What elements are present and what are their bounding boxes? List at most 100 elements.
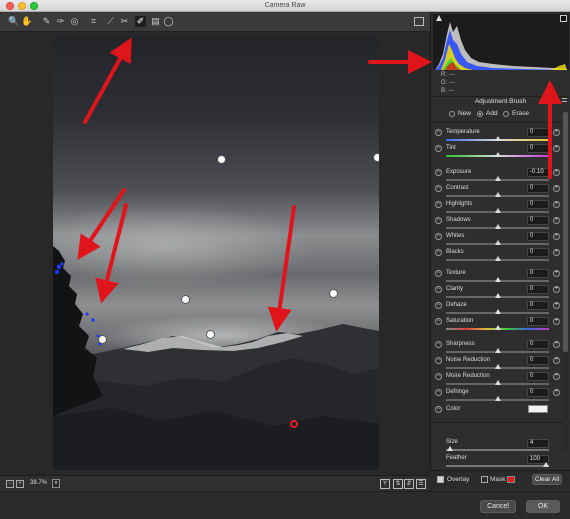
- slider-thumb[interactable]: [495, 176, 501, 181]
- radial-filter-icon[interactable]: ◯: [163, 16, 174, 27]
- mode-erase-radio[interactable]: [503, 111, 509, 117]
- slider-thumb[interactable]: [495, 293, 501, 298]
- slider-thumb[interactable]: [495, 325, 501, 330]
- clear-all-button[interactable]: Clear All: [532, 474, 562, 485]
- decrease-icon[interactable]: −: [435, 389, 442, 396]
- slider-moire-reduction[interactable]: − Moire Reduction 0 +: [431, 372, 565, 386]
- decrease-icon[interactable]: −: [435, 201, 442, 208]
- mode-add-radio[interactable]: [477, 111, 483, 117]
- slider-thumb[interactable]: [495, 380, 501, 385]
- adjustment-pin[interactable]: [98, 335, 107, 344]
- brush-size[interactable]: Size 4: [431, 439, 565, 453]
- slider-defringe[interactable]: − Defringe 0 +: [431, 388, 565, 402]
- increase-icon[interactable]: +: [553, 233, 560, 240]
- white-balance-icon[interactable]: ✎: [41, 16, 52, 27]
- ok-button[interactable]: OK: [526, 500, 560, 513]
- slider-thumb[interactable]: [495, 224, 501, 229]
- decrease-icon[interactable]: −: [435, 341, 442, 348]
- decrease-icon[interactable]: −: [435, 373, 442, 380]
- adjustment-pin[interactable]: [217, 155, 226, 164]
- straighten-icon[interactable]: ⟋: [105, 16, 116, 27]
- decrease-icon[interactable]: −: [435, 318, 442, 325]
- panel-menu-icon[interactable]: [562, 98, 567, 102]
- zoom-out-button[interactable]: −: [6, 480, 14, 488]
- slider-thumb[interactable]: [495, 152, 501, 157]
- increase-icon[interactable]: +: [553, 145, 560, 152]
- decrease-icon[interactable]: −: [435, 185, 442, 192]
- slider-value-input[interactable]: 0: [527, 372, 549, 381]
- slider-contrast[interactable]: − Contrast 0 +: [431, 184, 565, 198]
- color-reset-icon[interactable]: −: [435, 406, 442, 413]
- color-swatch[interactable]: [528, 405, 548, 413]
- slider-thumb[interactable]: [495, 309, 501, 314]
- slider-saturation[interactable]: − Saturation 0 +: [431, 317, 565, 331]
- slider-sharpness[interactable]: − Sharpness 0 +: [431, 340, 565, 354]
- slider-thumb[interactable]: [495, 396, 501, 401]
- open-preferences-icon[interactable]: [414, 17, 424, 26]
- swap-settings-icon[interactable]: ⇅: [393, 479, 403, 489]
- copy-settings-icon[interactable]: ⇵: [404, 479, 414, 489]
- zoom-in-button[interactable]: +: [16, 480, 24, 488]
- slider-temperature[interactable]: − Temperature 0 +: [431, 128, 565, 142]
- slider-shadows[interactable]: − Shadows 0 +: [431, 216, 565, 230]
- targeted-adjustment-icon[interactable]: ◎: [69, 16, 80, 27]
- adjustment-pin[interactable]: [329, 289, 338, 298]
- decrease-icon[interactable]: −: [435, 249, 442, 256]
- decrease-icon[interactable]: −: [435, 233, 442, 240]
- slider-value-input[interactable]: 0: [527, 285, 549, 294]
- scrollbar-thumb[interactable]: [563, 112, 568, 352]
- overlay-checkbox[interactable]: [437, 476, 444, 483]
- cancel-button[interactable]: Cancel: [480, 500, 516, 513]
- slider-value-input[interactable]: 0: [527, 232, 549, 241]
- increase-icon[interactable]: +: [553, 129, 560, 136]
- adjustment-brush-icon[interactable]: ✐: [135, 16, 146, 27]
- zoom-dropdown[interactable]: ▾: [52, 479, 60, 488]
- decrease-icon[interactable]: −: [435, 357, 442, 364]
- slider-value-input[interactable]: 0: [527, 184, 549, 193]
- slider-value-input[interactable]: 0: [527, 269, 549, 278]
- before-after-toggle[interactable]: Y: [380, 479, 390, 489]
- slider-value-input[interactable]: 0: [527, 248, 549, 257]
- mask-color-swatch[interactable]: [507, 476, 515, 483]
- slider-noise-reduction[interactable]: − Noise Reduction 0 +: [431, 356, 565, 370]
- slider-value-input[interactable]: 0: [527, 216, 549, 225]
- increase-icon[interactable]: +: [553, 373, 560, 380]
- increase-icon[interactable]: +: [553, 217, 560, 224]
- slider-value-input[interactable]: 0: [527, 340, 549, 349]
- slider-track[interactable]: [446, 465, 549, 467]
- decrease-icon[interactable]: −: [435, 286, 442, 293]
- adjustment-pin[interactable]: [181, 295, 190, 304]
- preview-preferences-icon[interactable]: ☰: [416, 479, 426, 489]
- increase-icon[interactable]: +: [553, 201, 560, 208]
- decrease-icon[interactable]: −: [435, 145, 442, 152]
- slider-thumb[interactable]: [495, 192, 501, 197]
- slider-blacks[interactable]: − Blacks 0 +: [431, 248, 565, 262]
- zoom-icon[interactable]: 🔍: [8, 16, 19, 27]
- decrease-icon[interactable]: −: [435, 129, 442, 136]
- increase-icon[interactable]: +: [553, 286, 560, 293]
- slider-value-input[interactable]: 0: [527, 144, 549, 153]
- photo-preview[interactable]: [53, 36, 379, 470]
- crop-icon[interactable]: ⌗: [88, 16, 99, 27]
- image-canvas[interactable]: [0, 32, 430, 475]
- decrease-icon[interactable]: −: [435, 270, 442, 277]
- slider-highlights[interactable]: − Highlights 0 +: [431, 200, 565, 214]
- adjustment-pin[interactable]: [373, 153, 379, 162]
- adjustment-pin[interactable]: [206, 330, 215, 339]
- spot-removal-icon[interactable]: ✂: [119, 16, 130, 27]
- slider-thumb[interactable]: [495, 136, 501, 141]
- slider-thumb[interactable]: [543, 462, 549, 467]
- slider-value-input[interactable]: 0: [527, 200, 549, 209]
- increase-icon[interactable]: +: [553, 169, 560, 176]
- increase-icon[interactable]: +: [553, 389, 560, 396]
- panel-scrollbar[interactable]: [563, 112, 568, 452]
- highlight-clipping-icon[interactable]: [560, 15, 567, 22]
- increase-icon[interactable]: +: [553, 185, 560, 192]
- mask-checkbox[interactable]: [481, 476, 488, 483]
- decrease-icon[interactable]: −: [435, 217, 442, 224]
- brush-value-input[interactable]: 4: [527, 439, 549, 448]
- increase-icon[interactable]: +: [553, 302, 560, 309]
- mode-new-radio[interactable]: [449, 111, 455, 117]
- decrease-icon[interactable]: −: [435, 169, 442, 176]
- slider-value-input[interactable]: -0.10: [527, 168, 549, 177]
